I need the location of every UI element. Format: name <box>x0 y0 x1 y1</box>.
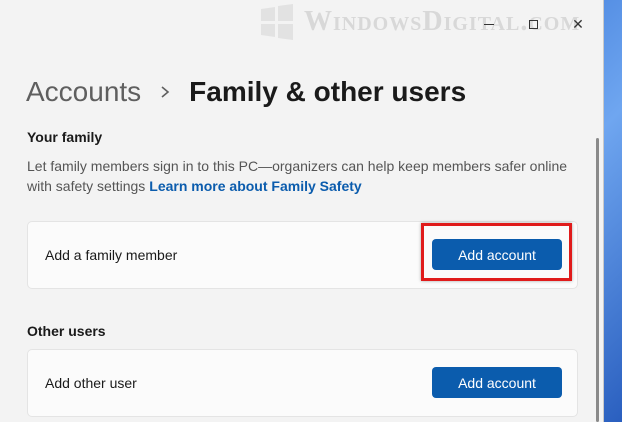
close-icon: ✕ <box>572 15 584 32</box>
minimize-button[interactable] <box>474 14 504 34</box>
section-title-your-family: Your family <box>27 129 103 145</box>
breadcrumb: Accounts Family & other users <box>26 72 466 112</box>
close-button[interactable]: ✕ <box>563 14 593 34</box>
maximize-button[interactable] <box>518 14 548 34</box>
highlight-box <box>421 223 572 281</box>
page-title: Family & other users <box>189 76 467 107</box>
maximize-icon <box>528 19 538 29</box>
section-title-other-users: Other users <box>27 323 106 339</box>
settings-window: WindowsDigital.com ✕ Accounts Family & o… <box>0 0 604 422</box>
add-other-account-button[interactable]: Add account <box>432 367 562 398</box>
family-safety-link[interactable]: Learn more about Family Safety <box>149 178 361 194</box>
scrollbar[interactable] <box>596 138 599 422</box>
family-description: Let family members sign in to this PC—or… <box>27 156 577 196</box>
title-bar: WindowsDigital.com ✕ <box>0 0 604 48</box>
windows-digital-logo-icon <box>261 4 293 40</box>
minimize-icon <box>484 23 494 25</box>
add-other-user-label: Add other user <box>45 375 137 391</box>
breadcrumb-parent[interactable]: Accounts <box>26 76 141 108</box>
add-family-member-label: Add a family member <box>45 247 178 263</box>
chevron-right-icon <box>157 84 173 100</box>
